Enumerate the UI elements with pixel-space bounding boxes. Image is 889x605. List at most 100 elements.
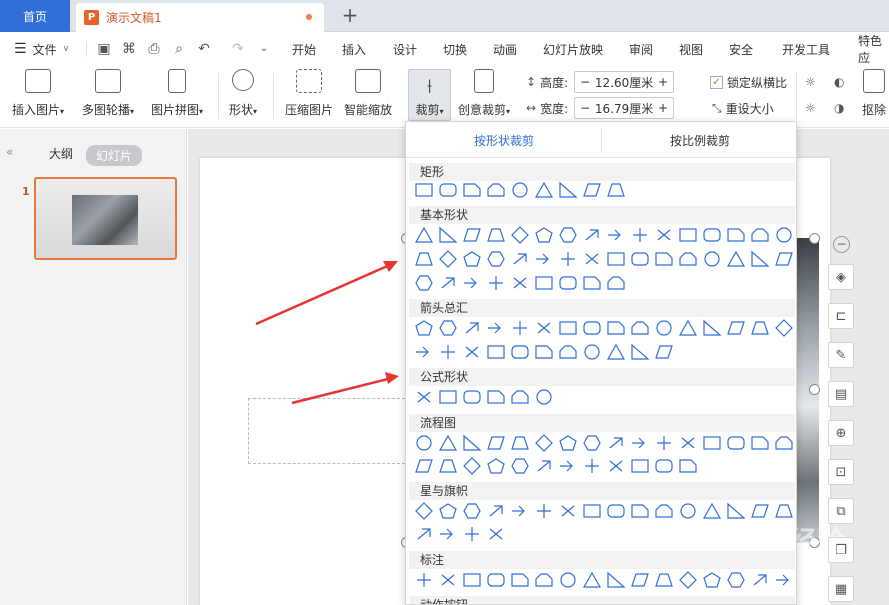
contrast-up-icon[interactable]: ◐ <box>834 75 844 89</box>
decrement-icon[interactable]: − <box>580 101 590 115</box>
copy-picture-icon[interactable]: ❐ <box>828 537 854 563</box>
flowchart-shape-icon[interactable] <box>580 432 604 454</box>
rectangles-shape-icon[interactable] <box>556 179 580 201</box>
arrows-shape-icon[interactable] <box>628 341 652 363</box>
basic-shapes-shape-icon[interactable] <box>460 224 484 246</box>
save-icon[interactable]: ▣ <box>96 41 112 57</box>
basic-shapes-shape-icon[interactable] <box>724 224 748 246</box>
basic-shapes-shape-icon[interactable] <box>460 248 484 270</box>
menu-item-slideshow[interactable]: 幻灯片放映 <box>543 33 603 65</box>
stars-banners-shape-icon[interactable] <box>436 523 460 545</box>
basic-shapes-shape-icon[interactable] <box>484 248 508 270</box>
arrows-shape-icon[interactable] <box>460 317 484 339</box>
flowchart-shape-icon[interactable] <box>724 432 748 454</box>
basic-shapes-shape-icon[interactable] <box>556 272 580 294</box>
basic-shapes-shape-icon[interactable] <box>724 248 748 270</box>
redo-icon[interactable]: ↷ <box>230 41 246 57</box>
resize-handle[interactable] <box>809 384 820 395</box>
fit-picture-icon[interactable]: ⊡ <box>828 459 854 485</box>
stars-banners-shape-icon[interactable] <box>556 500 580 522</box>
arrows-shape-icon[interactable] <box>412 341 436 363</box>
arrows-shape-icon[interactable] <box>604 317 628 339</box>
rectangles-shape-icon[interactable] <box>532 179 556 201</box>
shape-button[interactable]: 形状▾ <box>229 69 257 118</box>
arrows-shape-icon[interactable] <box>460 341 484 363</box>
basic-shapes-shape-icon[interactable] <box>412 224 436 246</box>
flowchart-shape-icon[interactable] <box>676 455 700 477</box>
creative-crop-button[interactable]: 创意裁剪▾ <box>458 69 510 118</box>
arrows-shape-icon[interactable] <box>724 317 748 339</box>
arrows-shape-icon[interactable] <box>556 341 580 363</box>
callouts-shape-icon[interactable] <box>652 569 676 591</box>
rectangles-shape-icon[interactable] <box>484 179 508 201</box>
menu-item-animation[interactable]: 动画 <box>493 33 517 65</box>
flowchart-shape-icon[interactable] <box>556 455 580 477</box>
menu-item-security[interactable]: 安全 <box>729 33 753 65</box>
flowchart-shape-icon[interactable] <box>532 455 556 477</box>
arrows-shape-icon[interactable] <box>580 317 604 339</box>
text-placeholder[interactable] <box>248 398 410 464</box>
compress-picture-button[interactable]: 压缩图片 <box>285 69 333 118</box>
basic-shapes-shape-icon[interactable] <box>532 248 556 270</box>
smart-zoom-button[interactable]: 智能缩放 <box>344 69 392 118</box>
stars-banners-shape-icon[interactable] <box>484 500 508 522</box>
flowchart-shape-icon[interactable] <box>652 455 676 477</box>
basic-shapes-shape-icon[interactable] <box>604 248 628 270</box>
arrows-shape-icon[interactable] <box>700 317 724 339</box>
replace-picture-icon[interactable]: ⧉ <box>828 498 854 524</box>
format-painter-icon[interactable]: ⌘ <box>121 41 137 57</box>
arrows-shape-icon[interactable] <box>652 341 676 363</box>
flowchart-shape-icon[interactable] <box>436 432 460 454</box>
stars-banners-shape-icon[interactable] <box>676 500 700 522</box>
print-preview-icon[interactable]: ⌕ <box>171 41 187 57</box>
equation-shapes-shape-icon[interactable] <box>412 386 436 408</box>
stars-banners-shape-icon[interactable] <box>748 500 772 522</box>
tab-crop-by-ratio[interactable]: 按比例裁剪 <box>602 122 796 158</box>
arrows-shape-icon[interactable] <box>556 317 580 339</box>
crop-tool-icon[interactable]: ⊏ <box>828 303 854 329</box>
stars-banners-shape-icon[interactable] <box>772 500 796 522</box>
increment-icon[interactable]: + <box>658 101 668 115</box>
flowchart-shape-icon[interactable] <box>508 432 532 454</box>
menu-item-transition[interactable]: 切换 <box>443 33 467 65</box>
callouts-shape-icon[interactable] <box>748 569 772 591</box>
basic-shapes-shape-icon[interactable] <box>508 224 532 246</box>
print-icon[interactable]: ⎙ <box>146 41 162 57</box>
stars-banners-shape-icon[interactable] <box>412 500 436 522</box>
brightness-up-icon[interactable]: ☼ <box>805 75 816 89</box>
flowchart-shape-icon[interactable] <box>436 455 460 477</box>
callouts-shape-icon[interactable] <box>724 569 748 591</box>
flowchart-shape-icon[interactable] <box>700 432 724 454</box>
stars-banners-shape-icon[interactable] <box>604 500 628 522</box>
arrows-shape-icon[interactable] <box>652 317 676 339</box>
stars-banners-shape-icon[interactable] <box>700 500 724 522</box>
home-tab[interactable]: 首页 <box>0 0 70 32</box>
basic-shapes-shape-icon[interactable] <box>436 224 460 246</box>
stars-banners-shape-icon[interactable] <box>580 500 604 522</box>
flowchart-shape-icon[interactable] <box>484 432 508 454</box>
equation-shapes-shape-icon[interactable] <box>436 386 460 408</box>
callouts-shape-icon[interactable] <box>532 569 556 591</box>
menu-item-developer[interactable]: 开发工具 <box>782 33 830 65</box>
basic-shapes-shape-icon[interactable] <box>484 224 508 246</box>
flowchart-shape-icon[interactable] <box>748 432 772 454</box>
stars-banners-shape-icon[interactable] <box>436 500 460 522</box>
flowchart-shape-icon[interactable] <box>628 455 652 477</box>
contrast-down-icon[interactable]: ◑ <box>834 101 844 115</box>
callouts-shape-icon[interactable] <box>412 569 436 591</box>
decrement-icon[interactable]: − <box>580 75 590 89</box>
basic-shapes-shape-icon[interactable] <box>748 248 772 270</box>
flowchart-shape-icon[interactable] <box>412 455 436 477</box>
arrows-shape-icon[interactable] <box>484 317 508 339</box>
basic-shapes-shape-icon[interactable] <box>532 224 556 246</box>
flowchart-shape-icon[interactable] <box>676 432 700 454</box>
callouts-shape-icon[interactable] <box>556 569 580 591</box>
basic-shapes-shape-icon[interactable] <box>556 224 580 246</box>
increment-icon[interactable]: + <box>658 75 668 89</box>
flowchart-shape-icon[interactable] <box>652 432 676 454</box>
callouts-shape-icon[interactable] <box>772 569 796 591</box>
equation-shapes-shape-icon[interactable] <box>532 386 556 408</box>
stars-banners-shape-icon[interactable] <box>484 523 508 545</box>
collapse-panel-icon[interactable]: « <box>6 145 13 159</box>
basic-shapes-shape-icon[interactable] <box>772 248 796 270</box>
